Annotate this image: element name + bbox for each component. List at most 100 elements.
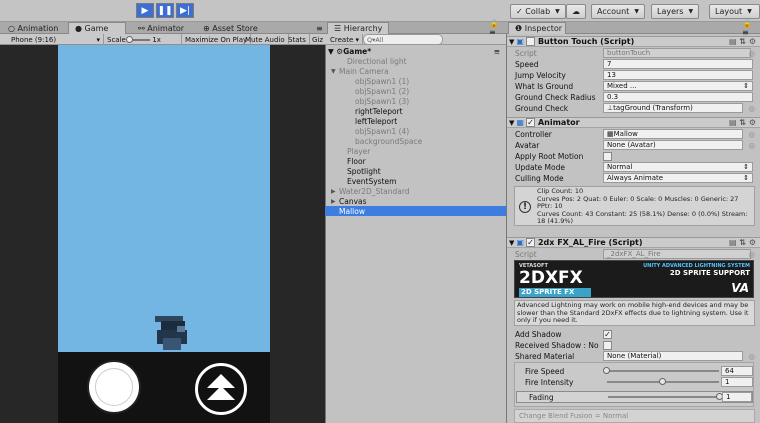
resolution-dropdown[interactable]: Phone (9:16) ▾ (8, 34, 104, 45)
component-enabled-checkbox[interactable]: ✓ (525, 238, 535, 247)
ground-check-field[interactable]: ⊥ tagGround (Transform) (603, 103, 743, 113)
double-chevron-up-icon (207, 374, 235, 400)
dropdown-icon: ⇕ (743, 174, 749, 182)
hierarchy-item[interactable]: EventSystem (325, 176, 506, 186)
scale-knob[interactable] (126, 35, 134, 43)
target-icon[interactable]: ◎ (748, 104, 755, 113)
game-toolbar: Phone (9:16) ▾ Scale 1x Maximize On Play … (0, 34, 325, 45)
hierarchy-item[interactable]: Player (325, 146, 506, 156)
speed-row: Speed 7 (515, 59, 755, 69)
layers-button[interactable]: Layers ▼ (651, 4, 700, 19)
gizmos-dropdown[interactable]: Giz (309, 34, 326, 45)
hierarchy-item[interactable]: Mallow (325, 206, 506, 216)
info-icon: ❶ (515, 24, 523, 33)
fire-speed-field[interactable]: 64 (721, 366, 753, 376)
account-button[interactable]: Account ▼ (591, 4, 645, 19)
target-icon[interactable]: ◎ (748, 141, 755, 150)
hierarchy-item[interactable]: objSpawn1 (1) (325, 76, 506, 86)
hierarchy-tab-row: ☰ Hierarchy 🔒≡ (325, 19, 506, 37)
animator-header[interactable]: ▼ ▦ ✓ Animator ▤ ⇅ ⚙ (507, 117, 760, 128)
hierarchy-item[interactable]: objSpawn1 (2) (325, 86, 506, 96)
hierarchy-item[interactable]: objSpawn1 (4) (325, 126, 506, 136)
tab-game[interactable]: ● Game (68, 22, 126, 34)
layout-button[interactable]: Layout ▼ (709, 4, 760, 19)
slider-knob[interactable] (659, 378, 666, 385)
hierarchy-item[interactable]: rightTeleport (325, 106, 506, 116)
component-enabled-checkbox[interactable]: ✓ (525, 118, 535, 127)
expand-arrow-icon[interactable]: ▶ (331, 188, 336, 195)
jump-velocity-field[interactable]: 13 (603, 70, 753, 80)
scene-menu-icon[interactable]: ≡ (494, 47, 506, 56)
2dxfx-banner: VETASOFT 2DXFX 2D SPRITE FX UNITY ADVANC… (514, 260, 754, 298)
hierarchy-item[interactable]: leftTeleport (325, 116, 506, 126)
slider-knob[interactable] (603, 367, 610, 374)
ground-radius-field[interactable]: 0.3 (603, 92, 753, 102)
tab-animation[interactable]: ○ Animation (2, 22, 64, 34)
play-button[interactable]: ▶ (136, 3, 154, 18)
tab-inspector[interactable]: ❶ Inspector (508, 22, 566, 34)
fire-intensity-slider[interactable] (607, 378, 719, 385)
up-arrow-button[interactable] (195, 363, 247, 415)
button-touch-header[interactable]: ▼ ▣ Button Touch (Script) ▤ ⇅ ⚙ (507, 36, 760, 47)
target-icon[interactable]: ◎ (748, 130, 755, 139)
component-enabled-checkbox[interactable] (525, 37, 535, 46)
component-icons[interactable]: ▤ ⇅ ⚙ (729, 118, 756, 127)
fire-intensity-field[interactable]: 1 (721, 377, 753, 387)
add-shadow-checkbox[interactable]: ✓ (603, 330, 612, 339)
jump-button[interactable] (87, 360, 141, 414)
hierarchy-item-label: EventSystem (347, 176, 397, 186)
animator-icon: ▦ (516, 118, 524, 127)
speed-field[interactable]: 7 (603, 59, 753, 69)
collab-button[interactable]: ✓ Collab ▼ (510, 4, 566, 19)
root-motion-checkbox[interactable] (603, 152, 612, 161)
hierarchy-item[interactable]: Spotlight (325, 166, 506, 176)
controller-field[interactable]: ▦ Mallow (603, 129, 743, 139)
target-icon[interactable]: ◎ (748, 250, 755, 259)
expand-arrow-icon[interactable]: ▼ (331, 68, 336, 75)
banner-support: 2D SPRITE SUPPORT (669, 269, 750, 277)
hierarchy-item[interactable]: Floor (325, 156, 506, 166)
tab-hierarchy[interactable]: ☰ Hierarchy (327, 22, 389, 34)
received-shadow-checkbox[interactable] (603, 341, 612, 350)
fire-speed-slider[interactable] (603, 367, 719, 374)
culling-mode-dropdown[interactable]: Always Animate ⇕ (603, 173, 753, 183)
scale-slider[interactable]: Scale 1x (104, 34, 182, 45)
stats-toggle[interactable]: Stats (285, 34, 310, 45)
component-icons[interactable]: ▤ ⇅ ⚙ (729, 37, 756, 46)
pause-button[interactable]: ❚❚ (156, 3, 174, 18)
blend-fusion-row[interactable]: Change Blend Fusion = Normal (514, 409, 755, 423)
mute-audio-toggle[interactable]: Mute Audio (242, 34, 289, 45)
hierarchy-item-label: Floor (347, 156, 366, 166)
update-mode-dropdown[interactable]: Normal ⇕ (603, 162, 753, 172)
target-icon[interactable]: ◎ (748, 352, 755, 361)
hierarchy-item-label: leftTeleport (355, 116, 398, 126)
fading-slider[interactable] (608, 393, 723, 400)
target-icon[interactable]: ◎ (748, 49, 755, 58)
hierarchy-search-input[interactable]: Q▾All (363, 34, 443, 45)
expand-arrow-icon: ▼ (509, 238, 515, 247)
hierarchy-toolbar: Create ▾ Q▾All (325, 34, 506, 45)
step-button[interactable]: ▶| (176, 3, 194, 18)
hierarchy-item[interactable]: backgroundSpace (325, 136, 506, 146)
component-icons[interactable]: ▤ ⇅ ⚙ (729, 238, 756, 247)
shared-material-field[interactable]: None (Material) (603, 351, 743, 361)
fading-field[interactable]: 1 (722, 392, 752, 402)
maximize-on-play-toggle[interactable]: Maximize On Play (182, 34, 252, 45)
tab-animator[interactable]: ⚯ Animator (132, 22, 190, 34)
avatar-field[interactable]: None (Avatar) (603, 140, 743, 150)
hierarchy-item[interactable]: Directional light (325, 56, 506, 66)
hierarchy-item[interactable]: ▶ Canvas (325, 196, 506, 206)
lock-icon[interactable]: 🔒≡ (483, 19, 506, 37)
create-dropdown[interactable]: Create ▾ (327, 34, 364, 45)
scene-row[interactable]: ▼ ⚙ Game* ≡ (325, 46, 506, 56)
hierarchy-item[interactable]: ▶ Water2D_Standard (325, 186, 506, 196)
hierarchy-item[interactable]: ▼ Main Camera (325, 66, 506, 76)
expand-arrow-icon[interactable]: ▶ (331, 198, 336, 205)
fx-header[interactable]: ▼ ▣ ✓ 2dx FX_AL_Fire (Script) ▤ ⇅ ⚙ (507, 237, 760, 248)
pause-icon: ❚❚ (157, 5, 173, 16)
hierarchy-item[interactable]: objSpawn1 (3) (325, 96, 506, 106)
lock-icon[interactable]: 🔒≡ (736, 19, 760, 37)
tab-asset-store[interactable]: ⊕ Asset Store (197, 22, 264, 34)
cloud-button[interactable]: ☁ (566, 4, 586, 19)
ground-layer-dropdown[interactable]: Mixed ... ⇕ (603, 81, 753, 91)
